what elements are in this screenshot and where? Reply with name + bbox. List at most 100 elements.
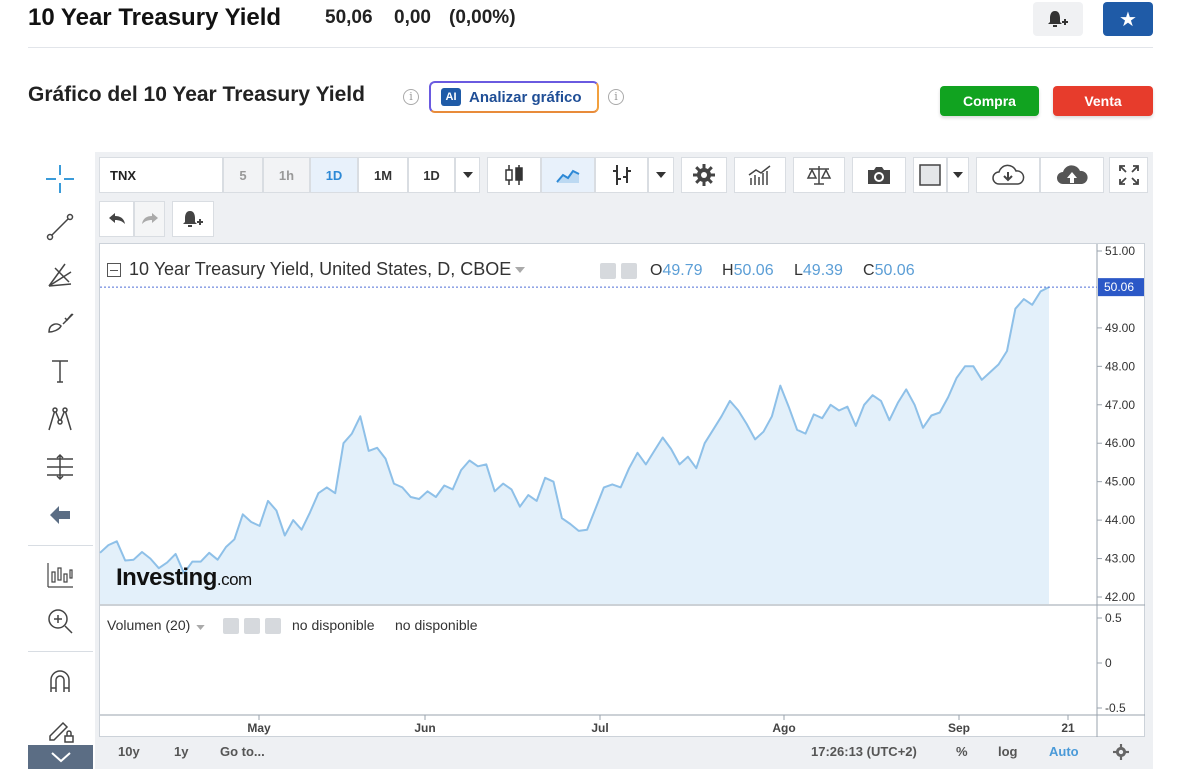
collapse-toolbar-button[interactable] [42,497,78,533]
scales-icon [806,166,832,185]
redo-button[interactable] [134,201,165,237]
series-title: 10 Year Treasury Yield, United States, D… [129,259,512,279]
info-icon[interactable]: i [608,89,624,105]
interval-1m[interactable]: 1M [358,157,408,193]
price-change: 0,00 [394,7,431,28]
collapse-legend-icon[interactable] [107,262,121,277]
arrow-left-icon [50,506,70,524]
bottom-bar: 10y 1y Go to... 17:26:13 (UTC+2) % log A… [99,738,1145,766]
indicators-tool[interactable] [42,557,78,593]
undo-button[interactable] [99,201,134,237]
crosshair-tool[interactable] [42,161,78,197]
instrument-title: 10 Year Treasury Yield [28,4,282,31]
cloud-upload-icon [1057,165,1088,184]
symbol-input[interactable]: TNX [99,157,223,193]
redo-icon [141,213,158,224]
caret-down-icon [462,172,473,178]
caret-down-icon[interactable] [196,625,205,630]
measure-icon [47,453,73,481]
zoom-tool[interactable] [42,603,78,639]
interval-1h[interactable]: 1h [263,157,310,193]
caret-down-icon [656,172,666,178]
volume-legend: Volumen (20) [107,617,205,633]
log-scale-button[interactable]: log [998,744,1018,759]
buy-button[interactable]: Compra [940,86,1039,116]
trend-line-tool[interactable] [42,209,78,245]
magnet-tool[interactable] [42,663,78,699]
undo-icon [108,213,125,224]
ohlc-close-label: C [863,262,875,279]
load-chart-button[interactable] [976,157,1040,193]
cloud-download-icon [992,164,1025,185]
sell-button[interactable]: Venta [1053,86,1153,116]
toolbar-divider [28,545,93,546]
fullscreen-button[interactable] [1109,157,1148,193]
chevron-down-icon [50,752,71,763]
bell-plus-icon [1048,11,1068,27]
text-tool[interactable] [42,353,78,389]
drawing-toolbar [28,155,93,769]
area-chart-button[interactable] [541,157,595,193]
chart-section-title: Gráfico del 10 Year Treasury Yield [28,83,365,106]
last-price: 50,06 [325,7,373,28]
pencil-lock-icon [49,721,74,743]
color-swatch-icon [919,164,941,186]
bar-chart-up-icon [748,165,771,185]
range-1y-button[interactable]: 1y [174,744,188,759]
gear-icon[interactable] [1113,744,1129,760]
compare-button[interactable] [793,157,845,193]
settings-small-icon[interactable] [621,263,637,279]
ohlc-high-label: H [722,262,734,279]
interval-selector[interactable]: 1D [408,157,455,193]
fill-color-button[interactable] [913,157,947,193]
pattern-tool[interactable] [42,401,78,437]
bars-button[interactable] [595,157,648,193]
chart-type-dropdown[interactable] [648,157,674,193]
brush-tool[interactable] [42,305,78,341]
indicators-button[interactable] [734,157,786,193]
go-to-date-button[interactable]: Go to... [220,744,265,759]
pitchfork-icon [48,263,72,287]
bell-plus-icon [183,211,203,227]
range-10y-button[interactable]: 10y [118,744,140,759]
settings-small-icon[interactable] [244,618,260,634]
measure-tool[interactable] [42,449,78,485]
fib-tool[interactable] [42,257,78,293]
caret-down-icon [953,172,963,178]
save-chart-button[interactable] [1040,157,1104,193]
candles-chart-icon [47,563,73,588]
percent-scale-button[interactable]: % [956,744,968,759]
crosshair-icon [46,165,74,193]
add-alert-button[interactable] [1033,2,1083,36]
analyze-chart-button[interactable]: AI Analizar gráfico [429,81,599,113]
toolbar-divider [28,651,93,652]
gear-icon [693,164,715,186]
lock-drawing-tool[interactable] [42,711,78,747]
page: 10 Year Treasury Yield 50,06 0,00 (0,00%… [0,0,1201,769]
trend-line-icon [46,213,74,241]
toolbar-expand-button[interactable] [28,745,93,769]
interval-5[interactable]: 5 [223,157,263,193]
analyze-chart-label: Analizar gráfico [469,88,582,106]
interval-dropdown[interactable] [455,157,480,193]
ohlc-open-value: 49.79 [662,262,703,279]
caret-down-icon[interactable] [515,266,526,273]
settings-button[interactable] [681,157,727,193]
chart-alert-button[interactable] [172,201,214,237]
close-icon[interactable] [265,618,281,634]
eye-icon[interactable] [223,618,239,634]
zoom-in-icon [48,609,73,634]
plot-panel[interactable] [99,243,1145,737]
interval-1d[interactable]: 1D [310,157,358,193]
ohlc-close: C50.06 [863,262,915,280]
ohlc-close-value: 50.06 [874,262,915,279]
watchlist-star-button[interactable]: ★ [1103,2,1153,36]
fill-color-dropdown[interactable] [947,157,969,193]
screenshot-button[interactable] [852,157,906,193]
eye-icon[interactable] [600,263,616,279]
info-icon[interactable]: i [403,89,419,105]
candles-button[interactable] [487,157,541,193]
volume-unavailable: no disponible [395,617,478,633]
auto-scale-button[interactable]: Auto [1049,744,1079,759]
series-legend: 10 Year Treasury Yield, United States, D… [107,259,526,280]
